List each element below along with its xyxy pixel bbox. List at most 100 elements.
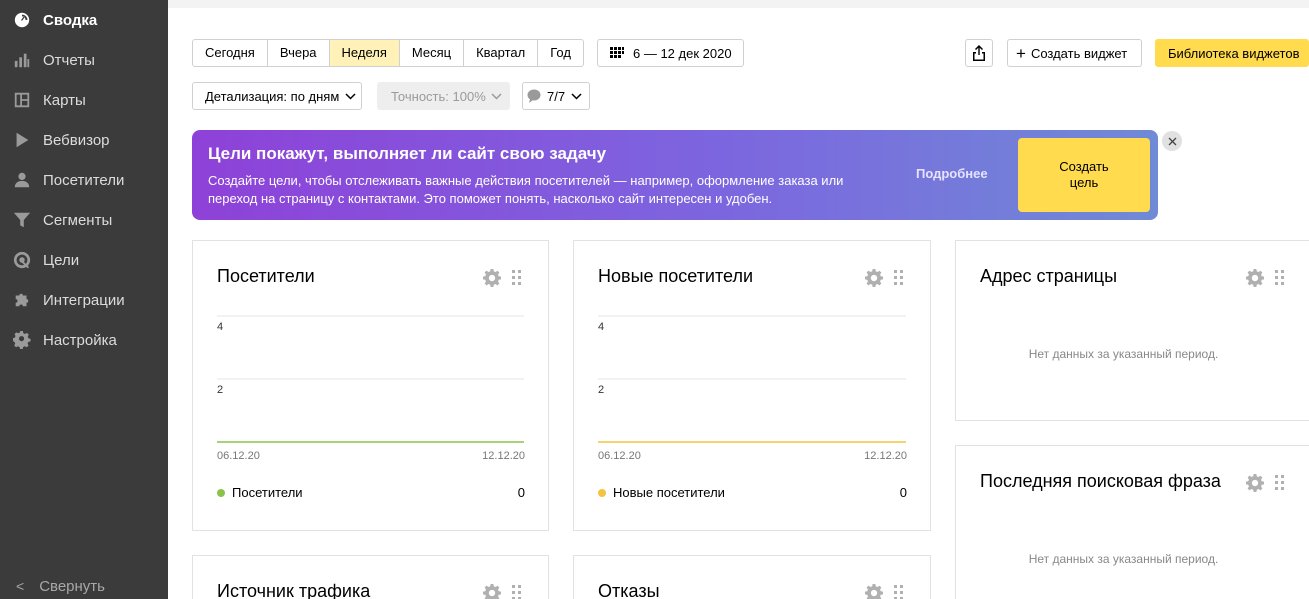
widget-tools <box>1246 474 1286 492</box>
banner-more-link[interactable]: Подробнее <box>916 166 988 181</box>
accuracy-label: Точность: 100% <box>391 88 486 104</box>
sidebar-item-label: Отчеты <box>43 51 95 69</box>
create-widget-button[interactable]: + Создать виджет <box>1007 39 1142 67</box>
x-tick: 06.12.20 <box>598 450 641 462</box>
widget-bounces: Отказы <box>573 555 931 599</box>
visitors-chart <box>217 315 524 443</box>
widget-library-button[interactable]: Библиотека виджетов <box>1155 39 1309 67</box>
sidebar-item-webvisor[interactable]: Вебвизор <box>0 120 168 160</box>
legend-label: Посетители <box>232 485 303 500</box>
y-tick: 4 <box>217 321 224 333</box>
chevron-down-icon <box>571 92 582 100</box>
widget-title: Адрес страницы <box>980 266 1118 286</box>
sidebar-item-label: Сегменты <box>43 211 113 229</box>
map-icon <box>12 90 32 110</box>
banner-close-button[interactable] <box>1162 131 1182 151</box>
widget-page-address: Адрес страницы Нет данных за указанный п… <box>955 240 1309 421</box>
filters-dropdown[interactable]: 7/7 <box>522 82 590 110</box>
legend-value: 0 <box>517 485 525 500</box>
calendar-icon <box>610 47 624 59</box>
x-tick: 06.12.20 <box>217 450 260 462</box>
detail-label: Детализация: по дням <box>205 88 340 104</box>
gear-icon[interactable] <box>1246 474 1264 492</box>
funnel-icon <box>12 210 32 230</box>
sidebar-item-visitors[interactable]: Посетители <box>0 160 168 200</box>
legend-dot <box>598 488 606 497</box>
sidebar-item-label: Карты <box>43 91 86 109</box>
create-goal-button[interactable]: Создать цель <box>1018 138 1150 212</box>
sidebar-item-segments[interactable]: Сегменты <box>0 200 168 240</box>
collapse-sidebar-button[interactable]: < Свернуть <box>0 573 168 599</box>
sidebar-item-integrations[interactable]: Интеграции <box>0 280 168 320</box>
widget-tools <box>1246 269 1286 287</box>
sidebar-item-label: Интеграции <box>43 291 125 309</box>
period-selector: Сегодня Вчера Неделя Месяц Квартал Год <box>192 39 584 67</box>
y-tick: 2 <box>217 384 224 396</box>
period-week[interactable]: Неделя <box>329 40 400 66</box>
widget-visitors: Посетители 4 2 06.12.20 12.12.20 Посетит… <box>192 240 549 531</box>
no-data-message: Нет данных за указанный период. <box>1028 552 1219 566</box>
widget-title: Источник трафика <box>217 581 371 599</box>
drag-handle-icon[interactable] <box>1274 475 1286 491</box>
collapse-label: Свернуть <box>39 577 105 595</box>
widget-new-visitors: Новые посетители 4 2 06.12.20 12.12.20 Н… <box>573 240 931 531</box>
drag-handle-icon[interactable] <box>1274 270 1286 286</box>
sidebar-item-maps[interactable]: Карты <box>0 80 168 120</box>
sidebar-item-label: Сводка <box>43 11 98 29</box>
legend-value: 0 <box>899 485 907 500</box>
period-yesterday[interactable]: Вчера <box>268 40 330 66</box>
sidebar-item-label: Посетители <box>43 171 125 189</box>
widget-title: Последняя поисковая фраза <box>980 471 1221 491</box>
x-tick: 12.12.20 <box>864 450 907 462</box>
date-range-label: 6 — 12 дек 2020 <box>633 45 732 61</box>
period-year[interactable]: Год <box>538 40 583 66</box>
export-button[interactable] <box>965 39 993 67</box>
sidebar-item-label: Настройка <box>43 331 117 349</box>
sidebar-item-settings[interactable]: Настройка <box>0 320 168 360</box>
period-month[interactable]: Месяц <box>400 40 465 66</box>
widget-title: Отказы <box>598 581 660 599</box>
banner-title: Цели покажут, выполняет ли сайт свою зад… <box>208 144 607 163</box>
banner-text: Создайте цели, чтобы отслеживать важные … <box>208 173 844 206</box>
sidebar-item-label: Цели <box>43 251 80 269</box>
sidebar-item-reports[interactable]: Отчеты <box>0 40 168 80</box>
widget-tools <box>865 584 905 599</box>
period-quarter[interactable]: Квартал <box>464 40 539 66</box>
chevron-down-icon <box>491 92 502 100</box>
target-icon <box>12 250 32 270</box>
bar-chart-icon <box>12 50 32 70</box>
legend-label: Новые посетители <box>613 485 725 500</box>
create-goal-label: Создать цель <box>1059 159 1109 190</box>
sidebar-item-dashboard[interactable]: Сводка <box>0 0 168 40</box>
chevron-left-icon: < <box>16 578 25 594</box>
dashboard-icon <box>12 10 32 30</box>
chart-legend: Посетители <box>217 485 303 500</box>
detail-dropdown[interactable]: Детализация: по дням <box>192 82 362 110</box>
sidebar-item-goals[interactable]: Цели <box>0 240 168 280</box>
widget-search-phrase: Последняя поисковая фраза Нет данных за … <box>955 445 1309 599</box>
legend-dot <box>217 488 225 497</box>
chevron-down-icon <box>345 92 356 100</box>
goals-promo-banner: Цели покажут, выполняет ли сайт свою зад… <box>192 130 1158 220</box>
create-widget-label: Создать виджет <box>1030 45 1128 61</box>
gear-icon[interactable] <box>483 584 501 599</box>
date-range-button[interactable]: 6 — 12 дек 2020 <box>597 39 744 67</box>
close-icon <box>1168 137 1177 146</box>
drag-handle-icon[interactable] <box>511 585 523 599</box>
y-tick: 4 <box>598 321 605 333</box>
gear-icon[interactable] <box>865 584 883 599</box>
accuracy-dropdown[interactable]: Точность: 100% <box>377 82 510 110</box>
new-visitors-chart <box>598 315 906 443</box>
chart-legend: Новые посетители <box>598 485 725 500</box>
plus-icon: + <box>1016 43 1026 63</box>
filters-label: 7/7 <box>547 88 566 104</box>
x-tick: 12.12.20 <box>482 450 525 462</box>
sidebar: Сводка Отчеты Карты Вебвизор Посетители … <box>0 0 168 599</box>
gear-icon[interactable] <box>1246 269 1264 287</box>
sidebar-item-label: Вебвизор <box>43 131 110 149</box>
y-tick: 2 <box>598 384 605 396</box>
period-today[interactable]: Сегодня <box>193 40 268 66</box>
top-strip <box>168 0 1309 8</box>
drag-handle-icon[interactable] <box>893 585 905 599</box>
play-icon <box>12 130 32 150</box>
